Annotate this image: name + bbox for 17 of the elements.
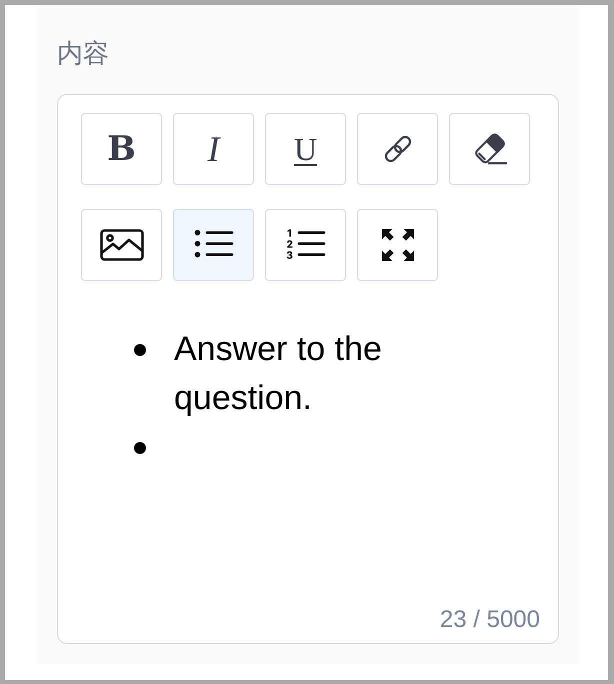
- fullscreen-button[interactable]: [357, 209, 438, 281]
- list-item-text: Answer to the question.: [174, 329, 383, 419]
- bullet-icon: [134, 442, 146, 454]
- underline-button[interactable]: U: [265, 113, 346, 185]
- character-counter: 23 / 5000: [440, 605, 540, 635]
- bullet-icon: [134, 344, 146, 356]
- numbered-list-button[interactable]: [265, 209, 346, 281]
- editor-text-area[interactable]: Answer to the question.: [81, 325, 540, 605]
- field-label: 内容: [57, 37, 109, 70]
- link-button[interactable]: [357, 113, 438, 185]
- image-button[interactable]: [81, 209, 162, 281]
- expand-icon: [382, 229, 414, 261]
- image-icon: [100, 229, 144, 261]
- bullet-list-button[interactable]: [173, 209, 254, 281]
- bold-button[interactable]: B: [81, 113, 162, 185]
- clear-format-button[interactable]: [449, 113, 530, 185]
- italic-button[interactable]: I: [173, 113, 254, 185]
